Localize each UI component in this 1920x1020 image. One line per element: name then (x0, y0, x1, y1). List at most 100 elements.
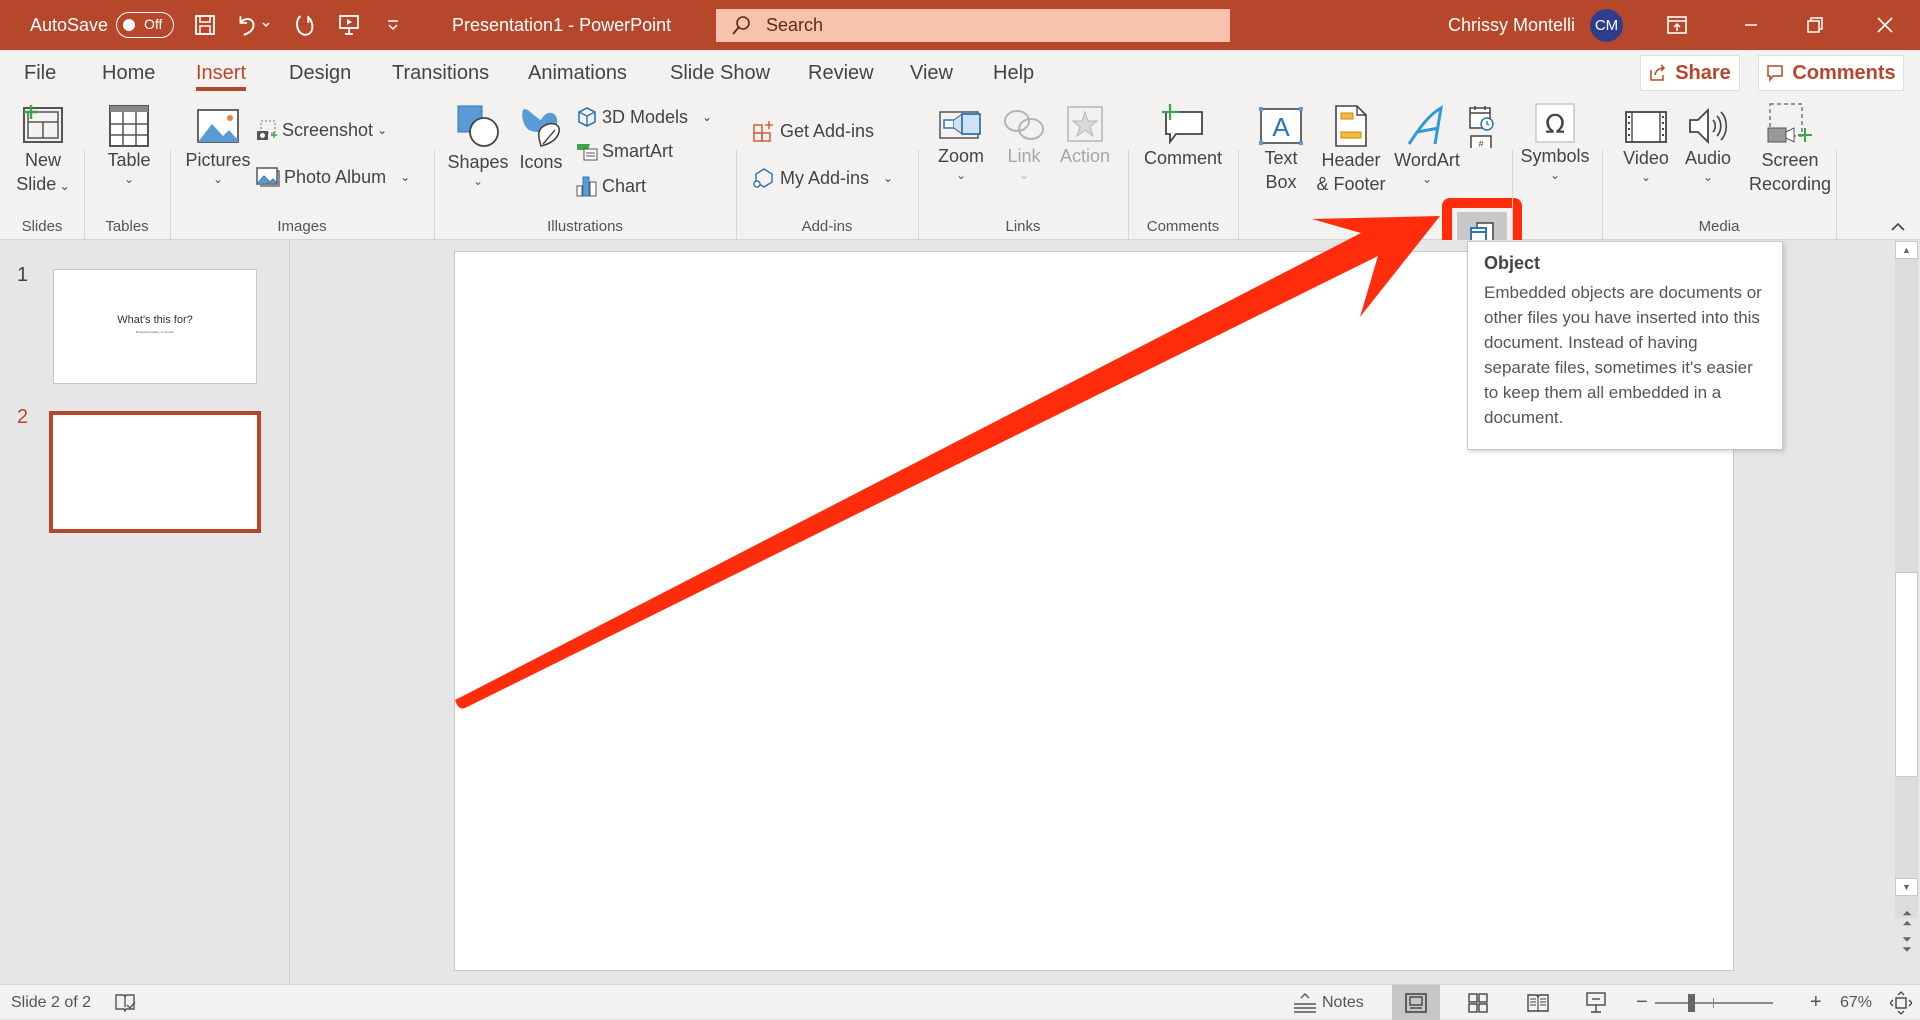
fit-to-window-icon[interactable] (1890, 985, 1912, 1020)
video-button[interactable]: Video ⌄ (1616, 106, 1676, 184)
comments-button[interactable]: Comments (1758, 55, 1904, 91)
previous-slide-icon[interactable]: ⏶ ⏶ (1894, 907, 1920, 929)
share-label: Share (1675, 61, 1731, 84)
notes-button[interactable]: Notes (1292, 985, 1364, 1020)
tab-animations[interactable]: Animations (528, 62, 627, 85)
slide-sorter-view-button[interactable] (1454, 985, 1502, 1020)
zoom-out-button[interactable]: − (1636, 985, 1648, 1020)
new-slide-label-2: Slide (16, 174, 57, 194)
date-time-button[interactable] (1466, 104, 1496, 132)
reading-view-button[interactable] (1514, 985, 1562, 1020)
symbols-icon: Ω (1535, 103, 1575, 143)
my-addins-button[interactable]: My Add-ins ⌄ (752, 166, 893, 190)
screen-recording-button[interactable]: Screen Recording (1740, 102, 1840, 196)
svg-text:Ω: Ω (1545, 110, 1565, 140)
minimize-icon[interactable] (1736, 10, 1766, 40)
wordart-button[interactable]: WordArt ⌄ (1392, 104, 1462, 186)
search-input[interactable]: Search (716, 9, 1230, 42)
autosave-label: AutoSave (30, 14, 109, 35)
text-box-icon: A (1259, 107, 1303, 145)
tab-slide-show[interactable]: Slide Show (670, 62, 770, 85)
redo-icon[interactable] (290, 10, 320, 40)
header-footer-button[interactable]: Header & Footer (1312, 104, 1390, 196)
3d-models-button[interactable]: 3D Models ⌄ (576, 106, 712, 128)
collapse-ribbon-icon[interactable] (1890, 220, 1906, 238)
close-icon[interactable] (1870, 10, 1900, 40)
tab-transitions[interactable]: Transitions (392, 62, 489, 85)
screenshot-button[interactable]: Screenshot ⌄ (256, 119, 387, 141)
shapes-button[interactable]: Shapes ⌄ (446, 102, 510, 188)
scroll-down-button[interactable]: ▼ (1895, 878, 1918, 896)
smartart-button[interactable]: SmartArt (576, 140, 673, 162)
tab-view[interactable]: View (910, 62, 953, 85)
screenshot-icon (257, 120, 277, 140)
thumbnail-subtitle: Business (inside), of course! (136, 330, 174, 334)
get-addins-button[interactable]: Get Add-ins (752, 119, 874, 143)
slide-sorter-icon (1468, 992, 1488, 1013)
link-button[interactable]: Link ⌄ (996, 104, 1052, 182)
search-placeholder: Search (766, 15, 824, 35)
slide-number-button[interactable]: # (1466, 134, 1496, 148)
pictures-dropdown-icon: ⌄ (212, 172, 224, 186)
avatar[interactable]: CM (1590, 9, 1623, 42)
tab-file[interactable]: File (24, 62, 56, 85)
tab-review[interactable]: Review (808, 62, 874, 85)
comment-icon (1767, 65, 1784, 82)
new-slide-button[interactable]: New Slide ⌄ (12, 102, 74, 198)
shapes-dropdown-icon: ⌄ (472, 174, 484, 188)
save-icon[interactable] (190, 10, 220, 40)
chart-button[interactable]: Chart (576, 174, 646, 198)
icons-button[interactable]: Icons (514, 102, 568, 174)
vertical-scrollbar[interactable]: ▲ ▼ ⏶ ⏶ ⏷ ⏷ (1894, 240, 1920, 984)
slide-show-view-button[interactable] (1572, 985, 1620, 1020)
normal-view-button[interactable] (1392, 985, 1440, 1020)
new-comment-button[interactable]: Comment (1140, 102, 1226, 170)
pictures-button[interactable]: Pictures ⌄ (183, 104, 253, 186)
chart-label: Chart (602, 175, 647, 196)
tab-insert[interactable]: Insert (196, 62, 247, 91)
screenshot-label: Screenshot (282, 119, 374, 140)
zoom-slider-handle[interactable] (1688, 994, 1696, 1012)
smartart-label: SmartArt (602, 140, 674, 161)
slide-thumbnail-2[interactable] (49, 411, 261, 533)
accessibility-check-icon[interactable] (114, 985, 136, 1020)
undo-dropdown-icon[interactable] (258, 10, 274, 40)
header-footer-label-2: & Footer (1316, 174, 1386, 194)
video-icon (1625, 111, 1667, 143)
action-button[interactable]: Action (1056, 104, 1114, 168)
zoom-level[interactable]: 67% (1840, 985, 1872, 1020)
slide-thumbnail-1[interactable]: What's this for? Business (inside), of c… (53, 269, 257, 384)
audio-button[interactable]: Audio ⌄ (1680, 106, 1736, 184)
group-label-slides: Slides (21, 218, 63, 235)
table-button[interactable]: Table ⌄ (98, 102, 160, 186)
customize-qat-icon[interactable] (378, 10, 408, 40)
zoom-in-button[interactable]: + (1810, 985, 1822, 1020)
text-box-button[interactable]: A Text Box (1254, 106, 1308, 194)
3d-models-icon (578, 107, 596, 127)
scrollbar-thumb[interactable] (1895, 572, 1918, 777)
group-label-links: Links (1005, 218, 1041, 235)
wordart-dropdown-icon: ⌄ (1421, 172, 1433, 186)
audio-icon (1689, 107, 1728, 145)
svg-text:A: A (1272, 112, 1290, 142)
next-slide-icon[interactable]: ⏷ ⏷ (1894, 933, 1920, 955)
slide-number-icon: # (1470, 135, 1492, 148)
zoom-slider[interactable] (1655, 994, 1773, 1012)
present-from-start-icon[interactable] (334, 10, 364, 40)
tab-help[interactable]: Help (993, 62, 1034, 85)
restore-icon[interactable] (1800, 10, 1830, 40)
tab-design[interactable]: Design (289, 62, 351, 85)
user-name[interactable]: Chrissy Montelli (1448, 0, 1575, 50)
photo-album-button[interactable]: Photo Album ⌄ (256, 166, 410, 188)
autosave-toggle[interactable]: Off (116, 12, 174, 38)
text-box-label-1: Text (1264, 148, 1298, 168)
zoom-dropdown-icon: ⌄ (955, 168, 967, 182)
zoom-button[interactable]: Zoom ⌄ (932, 104, 990, 182)
link-label: Link (1007, 146, 1041, 166)
share-button[interactable]: Share (1640, 55, 1740, 91)
tab-home[interactable]: Home (102, 62, 155, 85)
scroll-up-button[interactable]: ▲ (1895, 241, 1918, 259)
symbols-button[interactable]: Ω Symbols ⌄ (1520, 102, 1590, 182)
action-icon (1067, 106, 1103, 142)
ribbon-display-options-icon[interactable] (1662, 10, 1692, 40)
